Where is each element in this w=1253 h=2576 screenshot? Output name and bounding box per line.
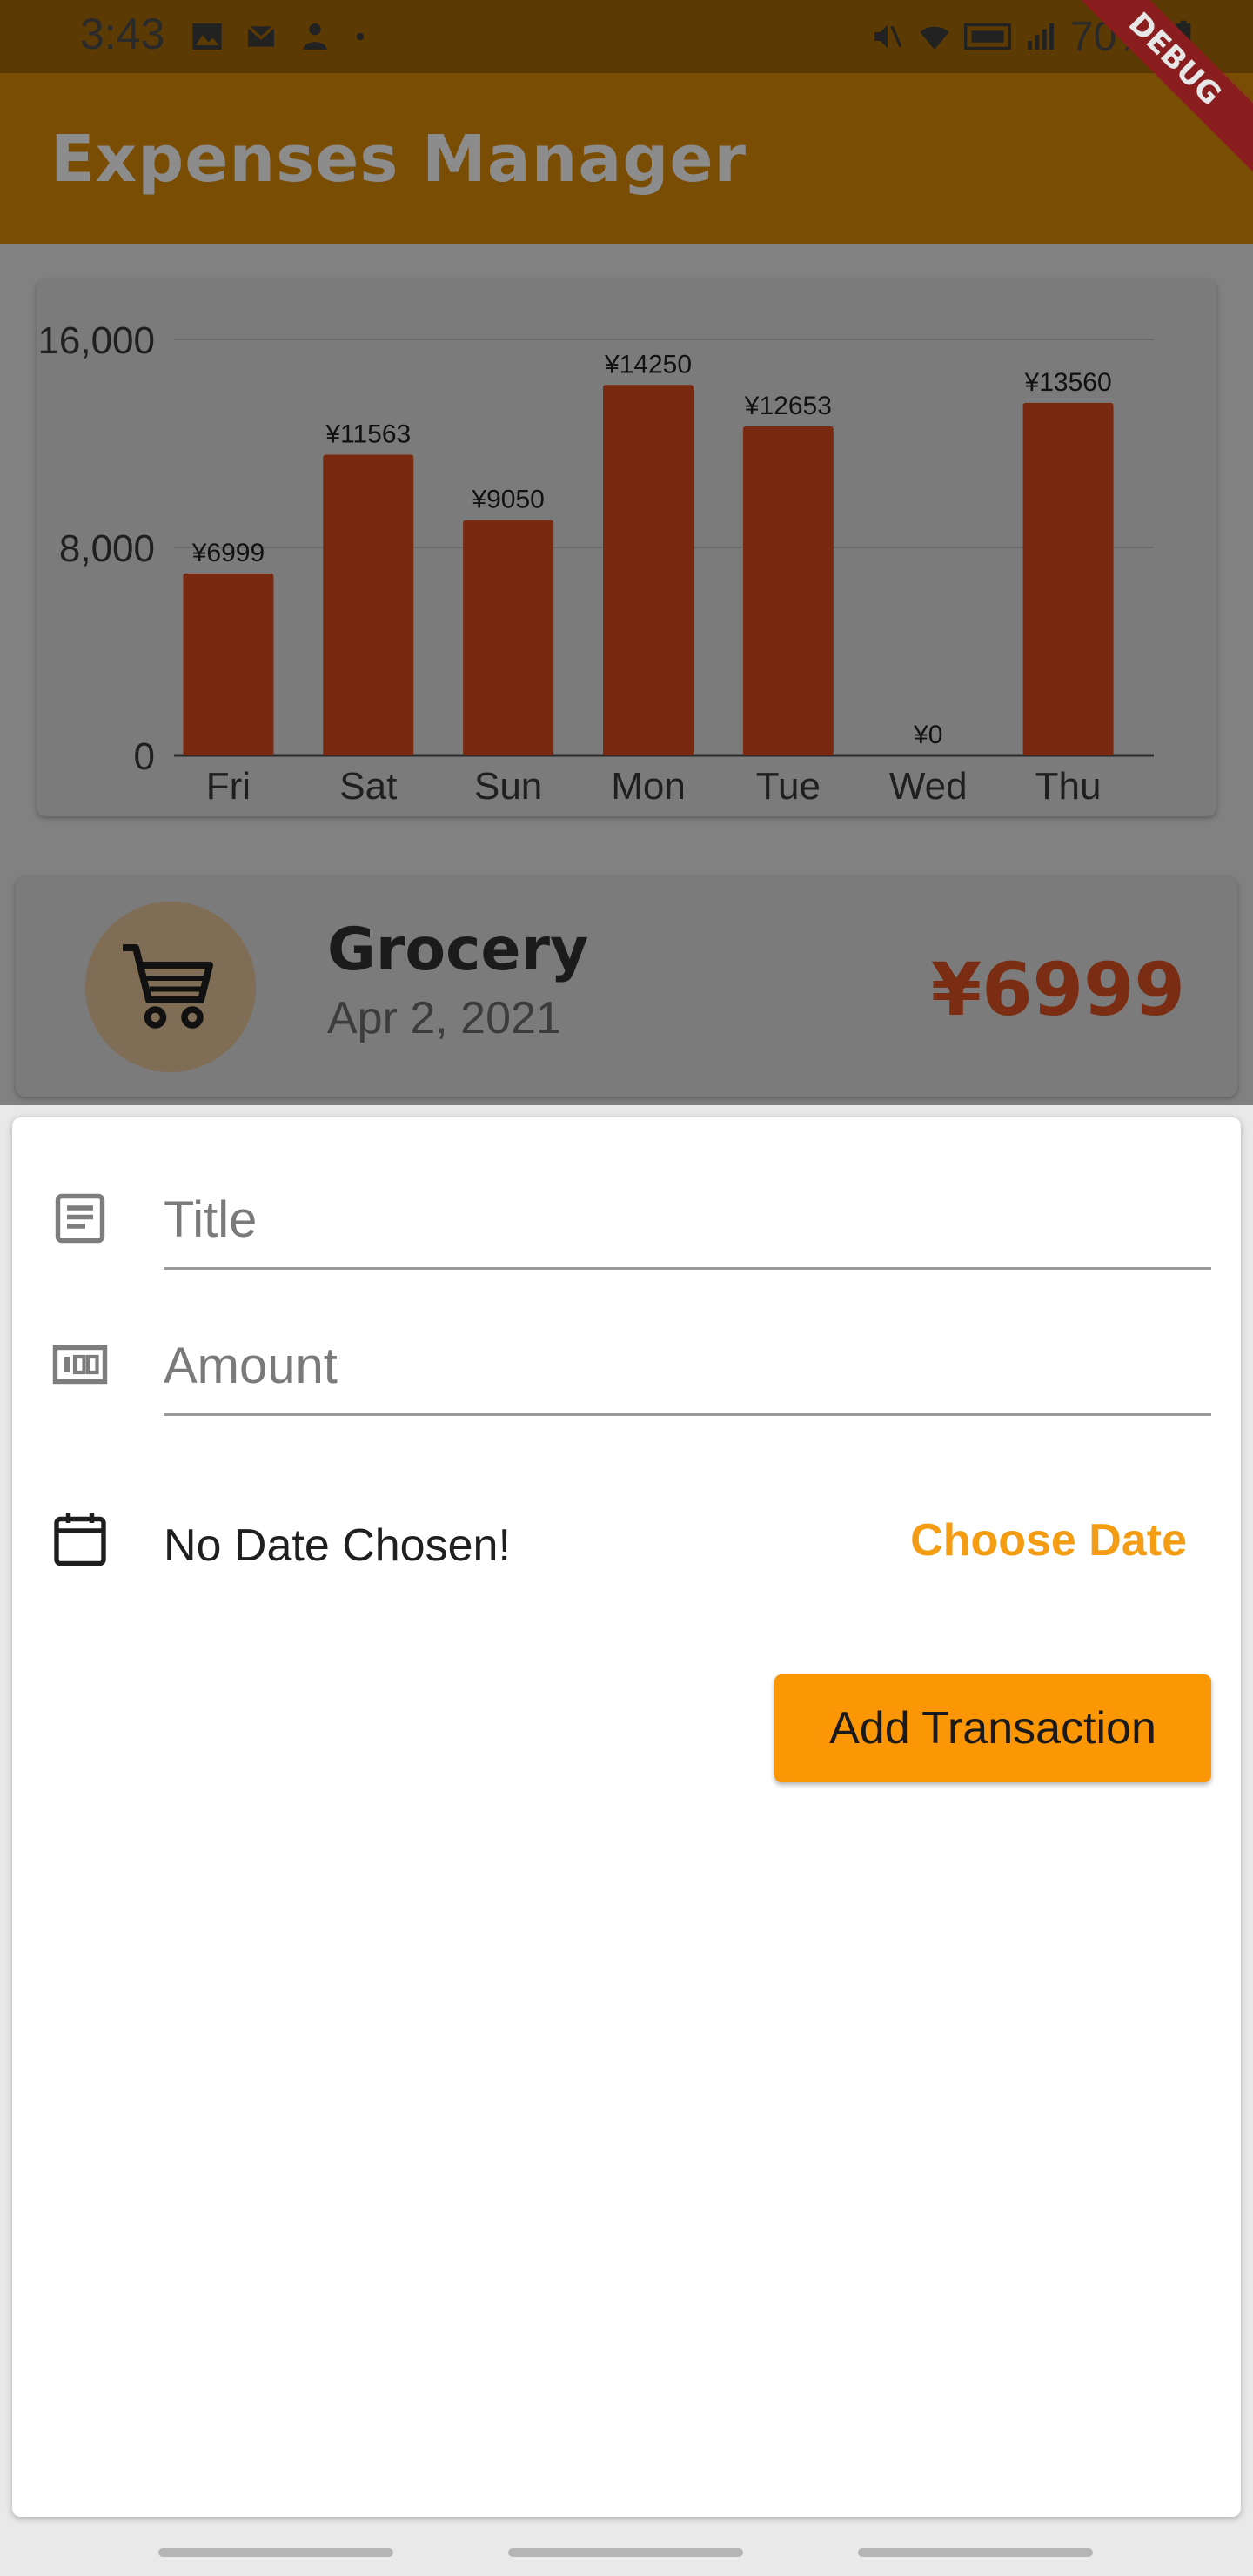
new-transaction-sheet: No Date Chosen! Choose Date Add Transact… (12, 1117, 1241, 2517)
dot-icon (356, 32, 365, 41)
notes-icon (55, 1193, 105, 1244)
bar-value-label: ¥14250 (604, 350, 692, 379)
image-icon (192, 23, 222, 50)
x-tick-label: Sat (339, 765, 397, 808)
bar-value-label: ¥12653 (744, 392, 832, 420)
bar-sun (463, 520, 554, 755)
transaction-title: Grocery (327, 916, 589, 984)
transaction-date: Apr 2, 2021 (327, 993, 561, 1043)
bar-value-label: ¥11563 (325, 420, 411, 449)
weekly-chart-card: 0 8,000 16,000 ¥6999 Fri ¥11563 Sat ¥9050 Sun ¥14… (37, 280, 1216, 816)
app-bar: Expenses Manager (0, 73, 1253, 244)
y-tick-label: 8,000 (59, 527, 155, 570)
title-input[interactable] (164, 1171, 1211, 1270)
amount-input[interactable] (164, 1318, 1211, 1416)
x-tick-label: Mon (611, 765, 686, 808)
bar-value-label: ¥6999 (191, 539, 265, 567)
wifi-icon (920, 26, 949, 50)
bar-sat (323, 454, 414, 755)
x-tick-label: Sun (474, 765, 542, 808)
status-time: 3:43 (80, 10, 165, 58)
weekly-bar-chart: 0 8,000 16,000 ¥6999 Fri ¥11563 Sat ¥9050 Sun ¥14… (37, 319, 1154, 808)
x-tick-label: Wed (889, 765, 968, 808)
mail-icon (246, 25, 276, 47)
nav-handle-center[interactable] (508, 2548, 743, 2557)
notification-icons (190, 16, 369, 57)
person-icon (303, 23, 327, 50)
x-tick-label: Thu (1035, 765, 1102, 808)
x-tick-label: Fri (206, 765, 251, 808)
nav-handle-left[interactable] (158, 2548, 393, 2557)
no-date-text: No Date Chosen! (164, 1520, 511, 1571)
navigation-bar (0, 2524, 1253, 2576)
transaction-card[interactable]: Grocery Apr 2, 2021 ¥6999 (16, 877, 1237, 1097)
bar-fri (183, 573, 274, 755)
choose-date-button[interactable]: Choose Date (910, 1514, 1187, 1566)
transaction-avatar (85, 902, 256, 1072)
add-transaction-button[interactable]: Add Transaction (774, 1674, 1211, 1782)
cart-icon (123, 944, 213, 1029)
money-icon (52, 1345, 108, 1385)
status-bar: 3:43 70% (0, 0, 1253, 73)
bar-value-label: ¥13560 (1024, 368, 1112, 397)
y-tick-label: 0 (134, 735, 155, 778)
bar-thu (1022, 402, 1114, 755)
x-tick-label: Tue (756, 765, 821, 808)
nav-handle-right[interactable] (858, 2548, 1093, 2557)
signal-icon (1027, 23, 1054, 50)
mute-icon (874, 24, 902, 49)
bar-tue (742, 426, 834, 755)
y-tick-label: 16,000 (37, 319, 155, 362)
bar-value-label: ¥0 (913, 721, 942, 749)
calendar-icon (54, 1513, 106, 1566)
app-title: Expenses Manager (50, 122, 747, 197)
bar-mon (603, 385, 694, 755)
bar-value-label: ¥9050 (471, 486, 544, 514)
volte-icon (963, 23, 1011, 50)
transaction-amount: ¥6999 (930, 947, 1185, 1032)
